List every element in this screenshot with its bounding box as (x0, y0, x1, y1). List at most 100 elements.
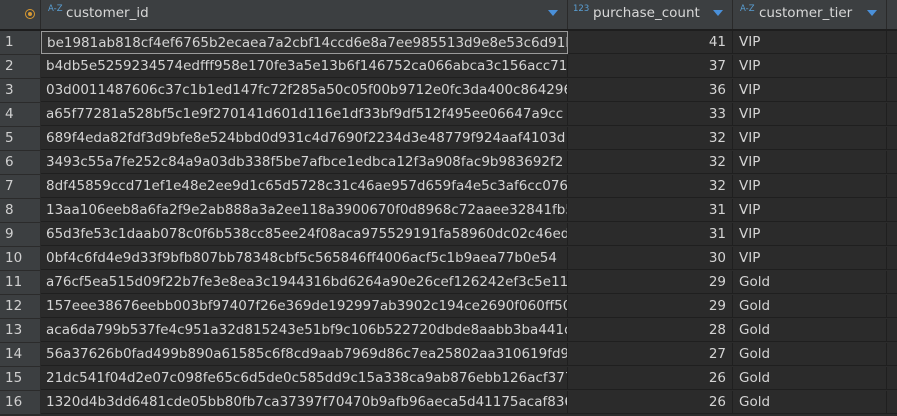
cell-customer-id[interactable]: a65f77281a528bf5c1e9f270141d601d116e1df3… (41, 103, 568, 126)
cell-purchase-count[interactable]: 41 (568, 31, 733, 54)
cell-customer-tier[interactable]: VIP (733, 103, 887, 126)
table-row[interactable]: 16 1320d4b3dd6481cde05bb80fb7ca37397f7047… (0, 391, 897, 414)
cell-purchase-count[interactable]: 27 (568, 343, 733, 366)
sort-arrow-icon[interactable] (713, 10, 723, 16)
row-number[interactable]: 4 (0, 103, 41, 126)
row-number[interactable]: 6 (0, 151, 41, 174)
table-row[interactable]: 6 3493c55a7fe252c84a9a03db338f5be7afbce1e… (0, 151, 897, 174)
cell-customer-id[interactable]: 03d0011487606c37c1b1ed147fc72f285a50c05f… (41, 79, 568, 102)
cell-purchase-count[interactable]: 29 (568, 271, 733, 294)
cell-purchase-count[interactable]: 28 (568, 319, 733, 342)
cell-purchase-count[interactable]: 37 (568, 55, 733, 78)
cell-customer-id[interactable]: 21dc541f04d2e07c098fe65c6d5de0c585dd9c15… (41, 367, 568, 390)
header-filler (887, 0, 897, 29)
table-row[interactable]: 13 aca6da799b537fe4c951a32d815243e51bf9c1… (0, 319, 897, 342)
table-row[interactable]: 3 03d0011487606c37c1b1ed147fc72f285a50c05… (0, 79, 897, 102)
cell-customer-tier[interactable]: VIP (733, 31, 887, 54)
select-all-icon[interactable] (25, 9, 35, 19)
cell-customer-id[interactable]: 157eee38676eebb003bf97407f26e369de192997… (41, 295, 568, 318)
cell-customer-id[interactable]: be1981ab818cf4ef6765b2ecaea7a2cbf14ccd6e… (41, 31, 568, 54)
row-filler (887, 31, 897, 54)
row-number[interactable]: 1 (0, 31, 41, 54)
cell-purchase-count[interactable]: 32 (568, 175, 733, 198)
row-filler (887, 343, 897, 366)
cell-customer-tier[interactable]: VIP (733, 55, 887, 78)
cell-customer-tier[interactable]: VIP (733, 79, 887, 102)
cell-customer-tier[interactable]: VIP (733, 151, 887, 174)
table-row[interactable]: 5 689f4eda82fdf3d9bfe8e524bbd0d931c4d7690… (0, 127, 897, 150)
cell-purchase-count[interactable]: 29 (568, 295, 733, 318)
table-row[interactable]: 14 56a37626b0fad499b890a61585c6f8cd9aab79… (0, 343, 897, 366)
cell-customer-id[interactable]: 8df45859ccd71ef1e48e2ee9d1c65d5728c31c46… (41, 175, 568, 198)
cell-purchase-count[interactable]: 26 (568, 367, 733, 390)
cell-customer-id[interactable]: a76cf5ea515d09f22b7fe3e8ea3c1944316bd626… (41, 271, 568, 294)
table-row[interactable]: 9 65d3fe53c1daab078c0f6b538cc85ee24f08aca… (0, 223, 897, 246)
cell-purchase-count[interactable]: 30 (568, 247, 733, 270)
cell-customer-tier[interactable]: Gold (733, 391, 887, 414)
row-number[interactable]: 9 (0, 223, 41, 246)
column-label: customer_id (66, 5, 149, 21)
cell-customer-tier[interactable]: VIP (733, 223, 887, 246)
cell-customer-tier[interactable]: VIP (733, 247, 887, 270)
cell-customer-id[interactable]: 65d3fe53c1daab078c0f6b538cc85ee24f08aca9… (41, 223, 568, 246)
cell-purchase-count[interactable]: 32 (568, 151, 733, 174)
cell-customer-tier[interactable]: VIP (733, 175, 887, 198)
row-filler (887, 295, 897, 318)
cell-purchase-count[interactable]: 32 (568, 127, 733, 150)
row-number[interactable]: 11 (0, 271, 41, 294)
results-grid: A-Z customer_id 123 purchase_count A-Z c… (0, 0, 897, 416)
row-number[interactable]: 7 (0, 175, 41, 198)
cell-purchase-count[interactable]: 26 (568, 391, 733, 414)
cell-customer-id[interactable]: 689f4eda82fdf3d9bfe8e524bbd0d931c4d7690f… (41, 127, 568, 150)
cell-customer-tier[interactable]: Gold (733, 319, 887, 342)
select-all-corner[interactable] (0, 0, 41, 29)
cell-purchase-count[interactable]: 31 (568, 223, 733, 246)
row-number[interactable]: 3 (0, 79, 41, 102)
table-row[interactable]: 8 13aa106eeb8a6fa2f9e2ab888a3a2ee118a3900… (0, 199, 897, 222)
cell-customer-id[interactable]: 56a37626b0fad499b890a61585c6f8cd9aab7969… (41, 343, 568, 366)
table-row[interactable]: 15 21dc541f04d2e07c098fe65c6d5de0c585dd9c… (0, 367, 897, 390)
row-number[interactable]: 13 (0, 319, 41, 342)
cell-purchase-count[interactable]: 36 (568, 79, 733, 102)
cell-customer-tier[interactable]: Gold (733, 295, 887, 318)
table-row[interactable]: 12 157eee38676eebb003bf97407f26e369de1929… (0, 295, 897, 318)
cell-customer-id[interactable]: b4db5e5259234574edfff958e170fe3a5e13b6f1… (41, 55, 568, 78)
table-row[interactable]: 11 a76cf5ea515d09f22b7fe3e8ea3c1944316bd6… (0, 271, 897, 294)
cell-customer-tier[interactable]: Gold (733, 271, 887, 294)
table-row[interactable]: 7 8df45859ccd71ef1e48e2ee9d1c65d5728c31c4… (0, 175, 897, 198)
cell-customer-tier[interactable]: VIP (733, 127, 887, 150)
cell-customer-tier[interactable]: Gold (733, 343, 887, 366)
table-row[interactable]: 1 be1981ab818cf4ef6765b2ecaea7a2cbf14ccd6… (0, 31, 897, 54)
cell-purchase-count[interactable]: 33 (568, 103, 733, 126)
cell-customer-tier[interactable]: Gold (733, 367, 887, 390)
table-row[interactable]: 2 b4db5e5259234574edfff958e170fe3a5e13b6f… (0, 55, 897, 78)
cell-customer-id[interactable]: 1320d4b3dd6481cde05bb80fb7ca37397f70470b… (41, 391, 568, 414)
row-number[interactable]: 14 (0, 343, 41, 366)
row-filler (887, 247, 897, 270)
row-number[interactable]: 5 (0, 127, 41, 150)
row-filler (887, 127, 897, 150)
cell-customer-id[interactable]: 13aa106eeb8a6fa2f9e2ab888a3a2ee118a39006… (41, 199, 568, 222)
column-header-purchase-count[interactable]: 123 purchase_count (568, 0, 733, 29)
row-number[interactable]: 16 (0, 391, 41, 414)
row-number[interactable]: 12 (0, 295, 41, 318)
column-header-customer-id[interactable]: A-Z customer_id (41, 0, 568, 29)
row-filler (887, 79, 897, 102)
cell-customer-tier[interactable]: VIP (733, 199, 887, 222)
column-label: customer_tier (759, 5, 853, 21)
row-filler (887, 391, 897, 414)
cell-customer-id[interactable]: 3493c55a7fe252c84a9a03db338f5be7afbce1ed… (41, 151, 568, 174)
cell-customer-id[interactable]: 0bf4c6fd4e9d33f9bfb807bb78348cbf5c565846… (41, 247, 568, 270)
table-row[interactable]: 4 a65f77281a528bf5c1e9f270141d601d116e1df… (0, 103, 897, 126)
row-number[interactable]: 2 (0, 55, 41, 78)
row-filler (887, 151, 897, 174)
row-number[interactable]: 15 (0, 367, 41, 390)
cell-customer-id[interactable]: aca6da799b537fe4c951a32d815243e51bf9c106… (41, 319, 568, 342)
table-row[interactable]: 10 0bf4c6fd4e9d33f9bfb807bb78348cbf5c5658… (0, 247, 897, 270)
row-number[interactable]: 10 (0, 247, 41, 270)
sort-arrow-icon[interactable] (548, 10, 558, 16)
column-header-customer-tier[interactable]: A-Z customer_tier (733, 0, 887, 29)
sort-arrow-icon[interactable] (867, 10, 877, 16)
row-number[interactable]: 8 (0, 199, 41, 222)
cell-purchase-count[interactable]: 31 (568, 199, 733, 222)
